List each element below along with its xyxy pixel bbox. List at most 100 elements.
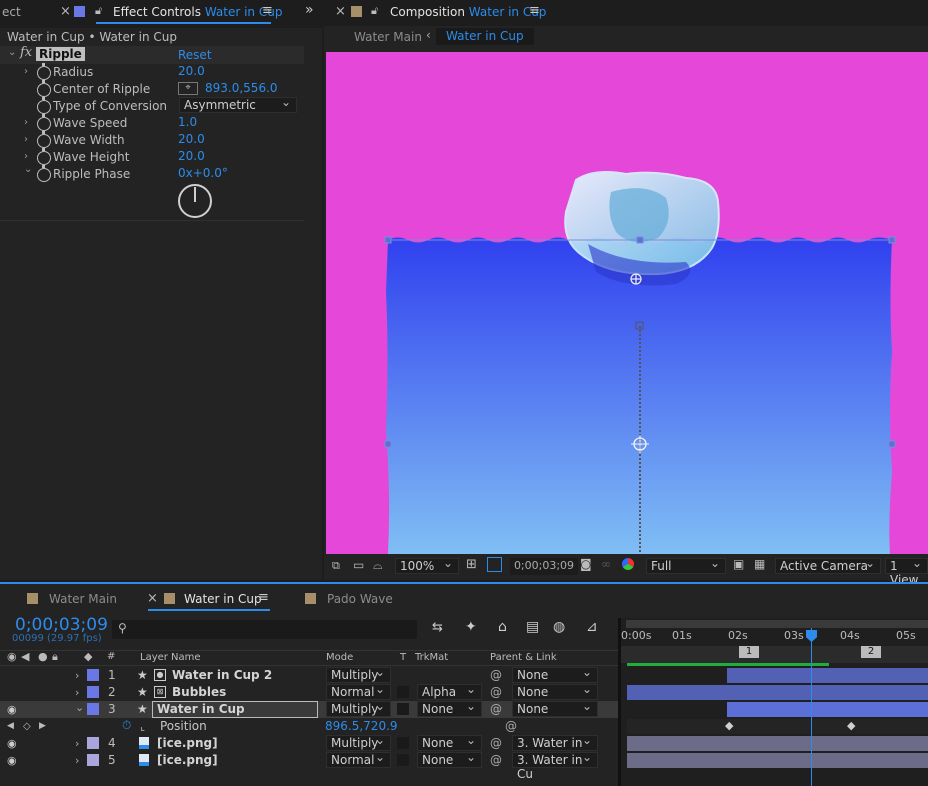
stopwatch-icon[interactable] — [37, 63, 51, 80]
col-mode[interactable]: Mode — [326, 652, 353, 663]
crumb-parent[interactable]: Water Main — [354, 30, 422, 44]
reset-link[interactable]: Reset — [178, 48, 212, 62]
layer-label-color[interactable] — [87, 737, 99, 749]
timeline-tab-pado-wave[interactable]: Pado Wave — [327, 592, 393, 606]
timeline-graph[interactable]: 0:00s 01s 02s 03s 04s 05s 1 2 ◆ ◆ — [620, 618, 928, 786]
layer-search-input[interactable]: ⚲ — [112, 620, 417, 639]
mode-dropdown[interactable]: Multiply — [326, 733, 391, 751]
layer-row[interactable]: › 2 ★ ⊠ Bubbles Normal Alpha @ None — [0, 682, 618, 701]
parent-dropdown[interactable]: None — [512, 665, 598, 683]
trkmat-dropdown[interactable]: None — [417, 699, 482, 717]
layer-name[interactable]: Water in Cup — [152, 701, 318, 718]
prev-keyframe-icon[interactable]: ◀ — [7, 718, 14, 735]
work-area-bar[interactable] — [626, 620, 928, 628]
chevron-right-icon[interactable]: › — [24, 117, 28, 128]
prop-wave-speed-value[interactable]: 1.0 — [178, 114, 197, 131]
comp-marker[interactable]: 2 — [861, 646, 881, 658]
graph-editor-icon[interactable]: ⊿ — [586, 619, 598, 635]
camera-snapshot-icon[interactable]: ◙ — [580, 557, 592, 571]
angle-dial[interactable] — [178, 184, 212, 218]
layer-bar-5[interactable] — [627, 753, 928, 768]
camera-dropdown[interactable]: Active Camera — [775, 556, 881, 574]
chevron-right-icon[interactable]: › — [24, 134, 28, 145]
tab-effect-controls[interactable]: Effect Controls Water in Cup — [113, 5, 282, 19]
views-dropdown[interactable]: 1 View — [885, 556, 928, 587]
stopwatch-icon[interactable] — [37, 165, 51, 182]
fx-icon[interactable]: fx — [20, 45, 32, 60]
pickwhip-icon[interactable]: @ — [490, 752, 502, 769]
stopwatch-icon[interactable] — [37, 114, 51, 131]
show-snapshot-icon[interactable]: ∞ — [601, 557, 611, 571]
stopwatch-icon[interactable] — [37, 131, 51, 148]
mask-icon[interactable]: ⌓ — [373, 558, 383, 573]
prop-wave-height-value[interactable]: 20.0 — [178, 148, 205, 165]
layer-bar-4[interactable] — [627, 736, 928, 751]
fast-preview-icon[interactable]: ▣ — [733, 557, 744, 571]
shy-layers-icon[interactable]: ⌂ — [498, 619, 507, 635]
always-preview-icon[interactable]: ⧉ — [332, 559, 340, 573]
crumb-current[interactable]: Water in Cup — [436, 28, 534, 45]
tab-partial[interactable]: ect — [2, 5, 21, 19]
prop-radius-value[interactable]: 20.0 — [178, 63, 205, 80]
layer-name[interactable]: Water in Cup 2 — [172, 667, 272, 684]
parent-dropdown[interactable]: 3. Water in Cu — [512, 750, 598, 781]
preserve-transparency-box[interactable] — [397, 703, 409, 715]
layer-label-color[interactable] — [87, 754, 99, 766]
expand-chevron-icon[interactable]: › — [75, 667, 79, 684]
visibility-icon[interactable]: ◉ — [7, 735, 17, 752]
preserve-transparency-box[interactable] — [397, 737, 409, 749]
keyframe-diamond-icon[interactable]: ◆ — [725, 719, 733, 732]
stopwatch-icon[interactable] — [37, 97, 51, 114]
close-icon[interactable]: × — [147, 591, 158, 606]
comp-flowchart-icon[interactable]: ⇆ — [432, 620, 443, 635]
draft-3d-icon[interactable]: ✦ — [465, 619, 477, 635]
pickwhip-icon[interactable]: @ — [490, 701, 502, 718]
panel-menu-icon[interactable]: ≡ — [262, 3, 273, 18]
effect-name[interactable]: Ripple — [36, 47, 85, 61]
expand-panels-icon[interactable]: » — [305, 2, 314, 18]
resolution-dropdown[interactable]: Full — [646, 556, 726, 574]
transparency-grid-icon[interactable]: ▦ — [754, 557, 765, 571]
prop-wave-width-value[interactable]: 20.0 — [178, 131, 205, 148]
comp-viewer[interactable] — [326, 52, 928, 554]
layer-name[interactable]: [ice.png] — [157, 752, 218, 769]
trkmat-dropdown[interactable]: Alpha — [417, 682, 482, 700]
stopwatch-active-icon[interactable]: ⏱︎ — [122, 717, 131, 734]
color-channels-icon[interactable] — [622, 558, 634, 570]
region-of-interest-icon[interactable] — [487, 557, 502, 572]
layer-row[interactable]: › 1 ★ ● Water in Cup 2 Multiply @ None — [0, 665, 618, 684]
chevron-right-icon[interactable]: › — [24, 66, 28, 77]
trkmat-dropdown[interactable]: None — [417, 750, 482, 768]
chevron-down-icon[interactable]: ⌄ — [24, 164, 32, 175]
pickwhip-icon[interactable]: @ — [490, 667, 502, 684]
visibility-icon[interactable]: ◉ — [7, 752, 17, 769]
viewer-timecode[interactable]: 0;00;03;09 — [510, 558, 578, 575]
close-icon[interactable]: × — [60, 4, 71, 19]
safe-zones-icon[interactable]: ⊞ — [466, 557, 477, 572]
keyframe-diamond-icon[interactable]: ◆ — [847, 719, 855, 732]
mode-dropdown[interactable]: Multiply — [326, 699, 391, 717]
mode-dropdown[interactable]: Normal — [326, 682, 391, 700]
layer-bar-1[interactable] — [727, 668, 928, 683]
property-row-position[interactable]: ◀ ◇ ▶ ⏱︎ ⌞ Position 896.5,720.9 @ — [0, 718, 618, 735]
mode-dropdown[interactable]: Normal — [326, 750, 391, 768]
timeline-tab-water-main[interactable]: Water Main — [49, 592, 117, 606]
layer-label-color[interactable] — [87, 686, 99, 698]
visibility-icon[interactable]: ◉ — [7, 701, 17, 718]
preserve-transparency-box[interactable] — [397, 686, 409, 698]
anchor-point-icon[interactable] — [630, 273, 642, 285]
stopwatch-icon[interactable] — [37, 80, 51, 97]
pickwhip-icon[interactable]: @ — [490, 684, 502, 701]
col-layer-name[interactable]: Layer Name — [140, 652, 201, 663]
chevron-right-icon[interactable]: › — [24, 151, 28, 162]
pickwhip-icon[interactable]: @ — [490, 735, 502, 752]
layer-name[interactable]: [ice.png] — [157, 735, 218, 752]
mode-dropdown[interactable]: Multiply — [326, 665, 391, 683]
panel-menu-icon[interactable]: ≡ — [529, 3, 540, 18]
col-t[interactable]: T — [400, 652, 406, 663]
timeline-timecode[interactable]: 0;00;03;09 — [15, 615, 108, 635]
layer-name[interactable]: Bubbles — [172, 684, 226, 701]
layer-row[interactable]: ◉ › 4 [ice.png] Multiply None @ 3. Water… — [0, 733, 618, 764]
trkmat-dropdown[interactable]: None — [417, 733, 482, 751]
layer-row-selected[interactable]: ◉ ⌄ 3 ★ Water in Cup Multiply None @ Non… — [0, 699, 618, 718]
